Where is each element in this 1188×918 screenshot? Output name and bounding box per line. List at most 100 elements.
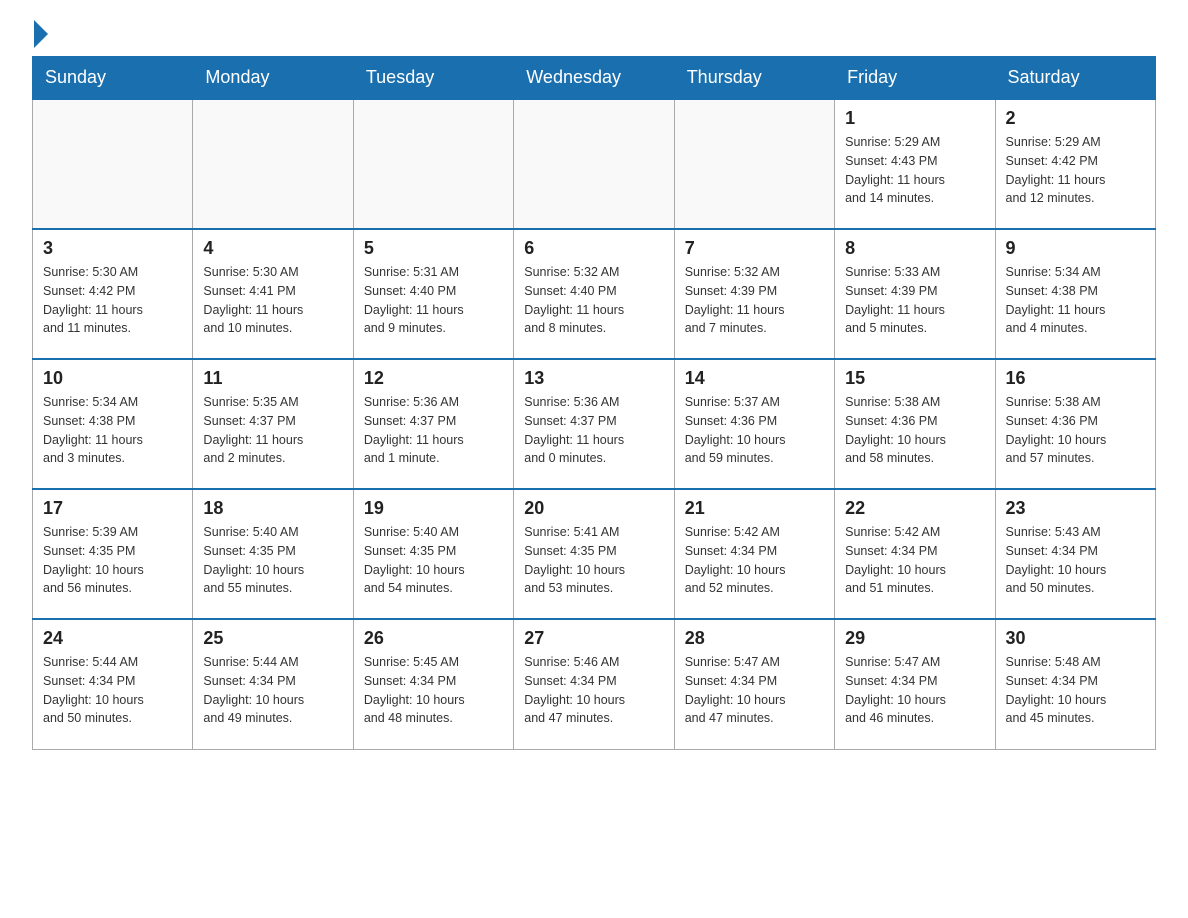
day-info: Sunrise: 5:48 AM Sunset: 4:34 PM Dayligh… xyxy=(1006,653,1145,728)
weekday-header-friday: Friday xyxy=(835,57,995,100)
day-number: 17 xyxy=(43,498,182,519)
day-number: 27 xyxy=(524,628,663,649)
day-info: Sunrise: 5:47 AM Sunset: 4:34 PM Dayligh… xyxy=(845,653,984,728)
day-info: Sunrise: 5:45 AM Sunset: 4:34 PM Dayligh… xyxy=(364,653,503,728)
weekday-header-tuesday: Tuesday xyxy=(353,57,513,100)
day-info: Sunrise: 5:39 AM Sunset: 4:35 PM Dayligh… xyxy=(43,523,182,598)
day-info: Sunrise: 5:42 AM Sunset: 4:34 PM Dayligh… xyxy=(685,523,824,598)
day-number: 1 xyxy=(845,108,984,129)
calendar-cell: 20 Sunrise: 5:41 AM Sunset: 4:35 PM Dayli… xyxy=(514,489,674,619)
day-number: 26 xyxy=(364,628,503,649)
day-number: 3 xyxy=(43,238,182,259)
day-number: 15 xyxy=(845,368,984,389)
calendar-cell: 24 Sunrise: 5:44 AM Sunset: 4:34 PM Dayli… xyxy=(33,619,193,749)
day-info: Sunrise: 5:35 AM Sunset: 4:37 PM Dayligh… xyxy=(203,393,342,468)
day-info: Sunrise: 5:32 AM Sunset: 4:40 PM Dayligh… xyxy=(524,263,663,338)
calendar-table: SundayMondayTuesdayWednesdayThursdayFrid… xyxy=(32,56,1156,750)
day-info: Sunrise: 5:36 AM Sunset: 4:37 PM Dayligh… xyxy=(524,393,663,468)
calendar-cell: 26 Sunrise: 5:45 AM Sunset: 4:34 PM Dayli… xyxy=(353,619,513,749)
calendar-week-4: 17 Sunrise: 5:39 AM Sunset: 4:35 PM Dayli… xyxy=(33,489,1156,619)
page-header xyxy=(32,24,1156,40)
calendar-cell: 13 Sunrise: 5:36 AM Sunset: 4:37 PM Dayli… xyxy=(514,359,674,489)
calendar-week-5: 24 Sunrise: 5:44 AM Sunset: 4:34 PM Dayli… xyxy=(33,619,1156,749)
day-info: Sunrise: 5:43 AM Sunset: 4:34 PM Dayligh… xyxy=(1006,523,1145,598)
day-info: Sunrise: 5:44 AM Sunset: 4:34 PM Dayligh… xyxy=(43,653,182,728)
calendar-cell: 19 Sunrise: 5:40 AM Sunset: 4:35 PM Dayli… xyxy=(353,489,513,619)
calendar-week-3: 10 Sunrise: 5:34 AM Sunset: 4:38 PM Dayli… xyxy=(33,359,1156,489)
weekday-header-sunday: Sunday xyxy=(33,57,193,100)
calendar-cell: 3 Sunrise: 5:30 AM Sunset: 4:42 PM Daylig… xyxy=(33,229,193,359)
day-info: Sunrise: 5:40 AM Sunset: 4:35 PM Dayligh… xyxy=(203,523,342,598)
calendar-cell: 16 Sunrise: 5:38 AM Sunset: 4:36 PM Dayli… xyxy=(995,359,1155,489)
day-info: Sunrise: 5:46 AM Sunset: 4:34 PM Dayligh… xyxy=(524,653,663,728)
calendar-cell: 28 Sunrise: 5:47 AM Sunset: 4:34 PM Dayli… xyxy=(674,619,834,749)
calendar-cell: 1Sunrise: 5:29 AM Sunset: 4:43 PM Daylig… xyxy=(835,99,995,229)
calendar-cell xyxy=(353,99,513,229)
day-number: 7 xyxy=(685,238,824,259)
calendar-cell: 9 Sunrise: 5:34 AM Sunset: 4:38 PM Daylig… xyxy=(995,229,1155,359)
calendar-cell: 2Sunrise: 5:29 AM Sunset: 4:42 PM Daylig… xyxy=(995,99,1155,229)
day-number: 20 xyxy=(524,498,663,519)
calendar-header: SundayMondayTuesdayWednesdayThursdayFrid… xyxy=(33,57,1156,100)
day-number: 21 xyxy=(685,498,824,519)
day-info: Sunrise: 5:34 AM Sunset: 4:38 PM Dayligh… xyxy=(1006,263,1145,338)
calendar-week-1: 1Sunrise: 5:29 AM Sunset: 4:43 PM Daylig… xyxy=(33,99,1156,229)
day-number: 12 xyxy=(364,368,503,389)
day-number: 11 xyxy=(203,368,342,389)
calendar-cell: 29 Sunrise: 5:47 AM Sunset: 4:34 PM Dayli… xyxy=(835,619,995,749)
day-number: 24 xyxy=(43,628,182,649)
calendar-cell: 15 Sunrise: 5:38 AM Sunset: 4:36 PM Dayli… xyxy=(835,359,995,489)
day-info: Sunrise: 5:38 AM Sunset: 4:36 PM Dayligh… xyxy=(845,393,984,468)
day-number: 25 xyxy=(203,628,342,649)
day-info: Sunrise: 5:36 AM Sunset: 4:37 PM Dayligh… xyxy=(364,393,503,468)
logo-triangle-icon xyxy=(34,20,48,48)
day-info: Sunrise: 5:31 AM Sunset: 4:40 PM Dayligh… xyxy=(364,263,503,338)
calendar-week-2: 3 Sunrise: 5:30 AM Sunset: 4:42 PM Daylig… xyxy=(33,229,1156,359)
day-number: 10 xyxy=(43,368,182,389)
calendar-cell: 22 Sunrise: 5:42 AM Sunset: 4:34 PM Dayli… xyxy=(835,489,995,619)
calendar-cell xyxy=(33,99,193,229)
calendar-cell: 12 Sunrise: 5:36 AM Sunset: 4:37 PM Dayli… xyxy=(353,359,513,489)
day-number: 28 xyxy=(685,628,824,649)
day-info: Sunrise: 5:41 AM Sunset: 4:35 PM Dayligh… xyxy=(524,523,663,598)
day-number: 2 xyxy=(1006,108,1145,129)
calendar-cell: 10 Sunrise: 5:34 AM Sunset: 4:38 PM Dayli… xyxy=(33,359,193,489)
day-info: Sunrise: 5:38 AM Sunset: 4:36 PM Dayligh… xyxy=(1006,393,1145,468)
calendar-cell: 23Sunrise: 5:43 AM Sunset: 4:34 PM Dayli… xyxy=(995,489,1155,619)
day-info: Sunrise: 5:33 AM Sunset: 4:39 PM Dayligh… xyxy=(845,263,984,338)
day-number: 5 xyxy=(364,238,503,259)
calendar-cell: 7Sunrise: 5:32 AM Sunset: 4:39 PM Daylig… xyxy=(674,229,834,359)
day-info: Sunrise: 5:37 AM Sunset: 4:36 PM Dayligh… xyxy=(685,393,824,468)
day-info: Sunrise: 5:30 AM Sunset: 4:42 PM Dayligh… xyxy=(43,263,182,338)
weekday-header-wednesday: Wednesday xyxy=(514,57,674,100)
calendar-cell xyxy=(193,99,353,229)
calendar-cell: 27 Sunrise: 5:46 AM Sunset: 4:34 PM Dayli… xyxy=(514,619,674,749)
day-number: 13 xyxy=(524,368,663,389)
day-info: Sunrise: 5:42 AM Sunset: 4:34 PM Dayligh… xyxy=(845,523,984,598)
day-number: 6 xyxy=(524,238,663,259)
calendar-cell: 14 Sunrise: 5:37 AM Sunset: 4:36 PM Dayli… xyxy=(674,359,834,489)
day-info: Sunrise: 5:30 AM Sunset: 4:41 PM Dayligh… xyxy=(203,263,342,338)
day-number: 18 xyxy=(203,498,342,519)
calendar-cell: 8 Sunrise: 5:33 AM Sunset: 4:39 PM Daylig… xyxy=(835,229,995,359)
day-info: Sunrise: 5:34 AM Sunset: 4:38 PM Dayligh… xyxy=(43,393,182,468)
calendar-cell: 21 Sunrise: 5:42 AM Sunset: 4:34 PM Dayli… xyxy=(674,489,834,619)
day-number: 19 xyxy=(364,498,503,519)
day-info: Sunrise: 5:47 AM Sunset: 4:34 PM Dayligh… xyxy=(685,653,824,728)
day-number: 8 xyxy=(845,238,984,259)
day-number: 9 xyxy=(1006,238,1145,259)
calendar-cell: 5 Sunrise: 5:31 AM Sunset: 4:40 PM Daylig… xyxy=(353,229,513,359)
day-number: 29 xyxy=(845,628,984,649)
day-number: 30 xyxy=(1006,628,1145,649)
day-number: 22 xyxy=(845,498,984,519)
day-info: Sunrise: 5:40 AM Sunset: 4:35 PM Dayligh… xyxy=(364,523,503,598)
calendar-cell: 11 Sunrise: 5:35 AM Sunset: 4:37 PM Dayli… xyxy=(193,359,353,489)
weekday-header-thursday: Thursday xyxy=(674,57,834,100)
calendar-cell: 18 Sunrise: 5:40 AM Sunset: 4:35 PM Dayli… xyxy=(193,489,353,619)
day-number: 16 xyxy=(1006,368,1145,389)
day-info: Sunrise: 5:44 AM Sunset: 4:34 PM Dayligh… xyxy=(203,653,342,728)
calendar-cell: 6 Sunrise: 5:32 AM Sunset: 4:40 PM Daylig… xyxy=(514,229,674,359)
logo xyxy=(32,24,52,40)
day-number: 14 xyxy=(685,368,824,389)
weekday-header-monday: Monday xyxy=(193,57,353,100)
